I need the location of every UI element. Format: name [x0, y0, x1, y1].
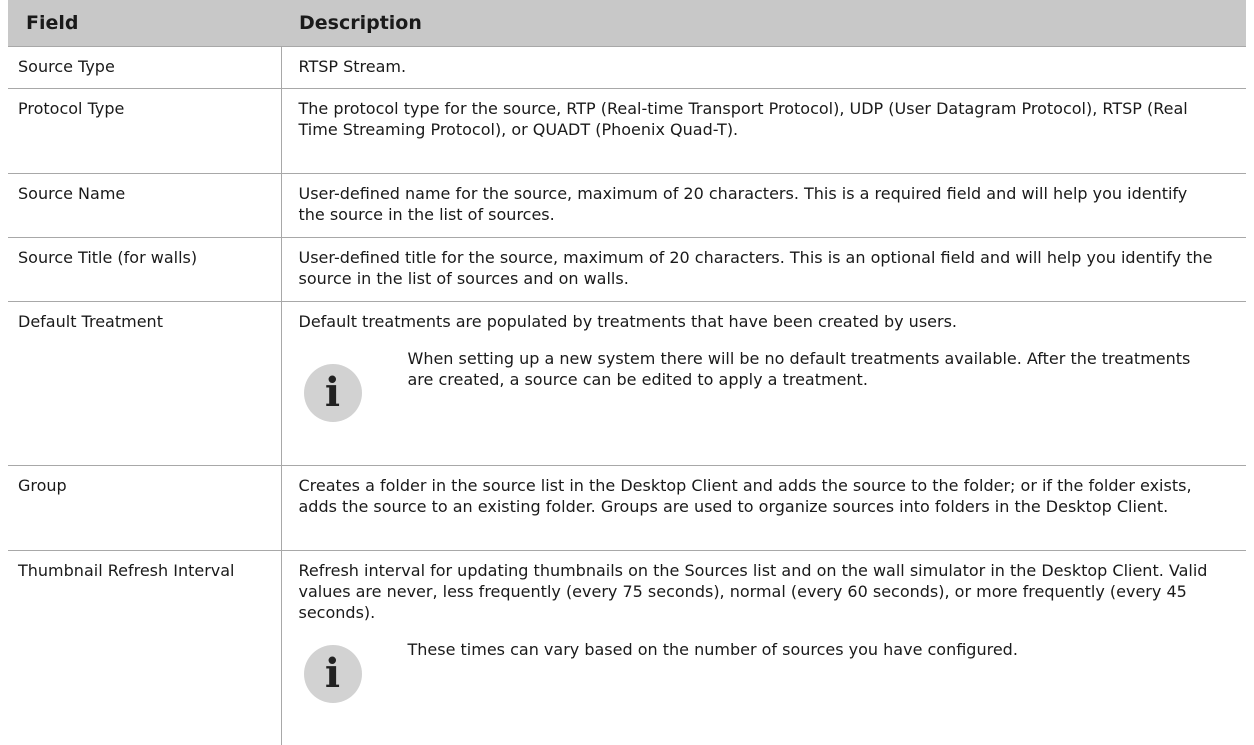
info-note: i These times can vary based on the numb… [299, 639, 1217, 703]
info-note: i When setting up a new system there wil… [299, 348, 1217, 422]
table-row: Protocol Type The protocol type for the … [8, 88, 1246, 174]
info-icon: i [303, 644, 362, 703]
description-cell: Default treatments are populated by trea… [281, 301, 1246, 466]
note-text: These times can vary based on the number… [407, 639, 1018, 659]
table-row: Source Type RTSP Stream. [8, 46, 1246, 89]
description-cell: User-defined title for the source, maxim… [281, 237, 1246, 302]
table-row: Group Creates a folder in the source lis… [8, 465, 1246, 551]
field-description-table: Field Description Source Type RTSP Strea… [8, 0, 1246, 745]
description-cell: Creates a folder in the source list in t… [281, 465, 1246, 551]
field-cell: Source Type [8, 46, 282, 89]
field-cell: Source Name [8, 173, 282, 238]
header-row: Field Description [8, 0, 1246, 47]
field-cell: Source Title (for walls) [8, 237, 282, 302]
table-row: Default Treatment Default treatments are… [8, 301, 1246, 466]
field-cell: Protocol Type [8, 88, 282, 174]
field-cell: Thumbnail Refresh Interval [8, 550, 282, 745]
description-text: Refresh interval for updating thumbnails… [298, 560, 1208, 622]
table-row: Source Title (for walls) User-defined ti… [8, 237, 1246, 302]
note-text: When setting up a new system there will … [407, 348, 1191, 389]
table-row: Thumbnail Refresh Interval Refresh inter… [8, 550, 1246, 745]
field-cell: Default Treatment [8, 301, 282, 466]
field-cell: Group [8, 465, 282, 551]
description-cell: RTSP Stream. [281, 46, 1246, 89]
table-header: Field Description [8, 0, 1246, 47]
table-body: Source Type RTSP Stream. Protocol Type T… [8, 46, 1246, 745]
info-icon: i [303, 363, 362, 422]
header-field: Field [8, 0, 281, 47]
description-cell: Refresh interval for updating thumbnails… [281, 550, 1246, 745]
table-row: Source Name User-defined name for the so… [8, 173, 1246, 238]
header-description: Description [281, 0, 1246, 47]
description-cell: The protocol type for the source, RTP (R… [281, 88, 1246, 174]
description-cell: User-defined name for the source, maximu… [281, 173, 1246, 238]
description-text: Default treatments are populated by trea… [298, 311, 958, 331]
